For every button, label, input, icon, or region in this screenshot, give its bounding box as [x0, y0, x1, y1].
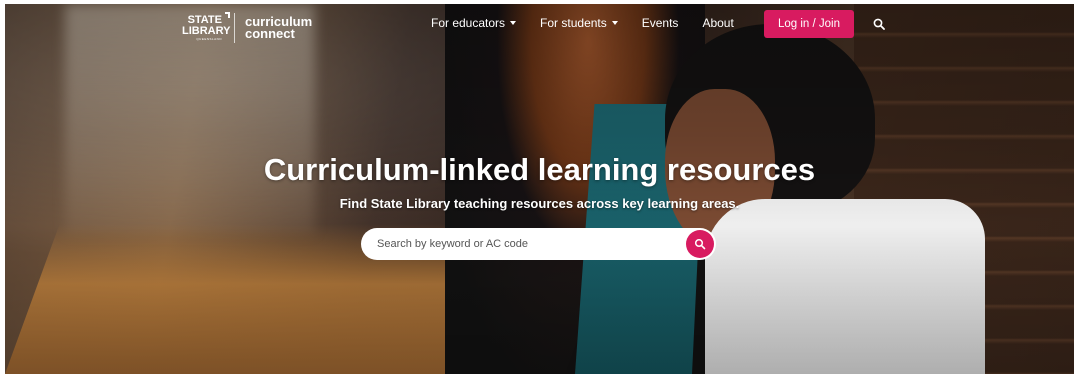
- page-title: Curriculum-linked learning resources: [263, 152, 816, 187]
- top-navigation: STATE LIBRARY QUEENSLAND curriculum conn…: [5, 4, 1074, 48]
- nav-about[interactable]: About: [702, 16, 733, 30]
- chevron-down-icon: [611, 21, 618, 25]
- logo-divider: [234, 13, 235, 43]
- search-input[interactable]: [361, 228, 686, 260]
- state-library-logo: STATE LIBRARY QUEENSLAND: [182, 12, 231, 41]
- site-logo[interactable]: STATE LIBRARY QUEENSLAND curriculum conn…: [182, 12, 317, 44]
- nav-for-educators[interactable]: For educators: [431, 16, 517, 30]
- curriculum-connect-logo: curriculum connect: [245, 14, 313, 41]
- search-submit-button[interactable]: [686, 230, 714, 258]
- login-join-button[interactable]: Log in / Join: [764, 10, 854, 38]
- nav-events[interactable]: Events: [642, 16, 679, 30]
- chevron-down-icon: [510, 21, 517, 25]
- hero-search-bar: [361, 228, 716, 260]
- search-icon: [694, 238, 706, 250]
- nav-for-students[interactable]: For students: [540, 16, 618, 30]
- hero-subtitle: Find State Library teaching resources ac…: [339, 196, 740, 211]
- search-icon[interactable]: [873, 18, 885, 30]
- main-menu: For educators For students Events About: [431, 16, 758, 30]
- hero-background-image: [5, 4, 1074, 374]
